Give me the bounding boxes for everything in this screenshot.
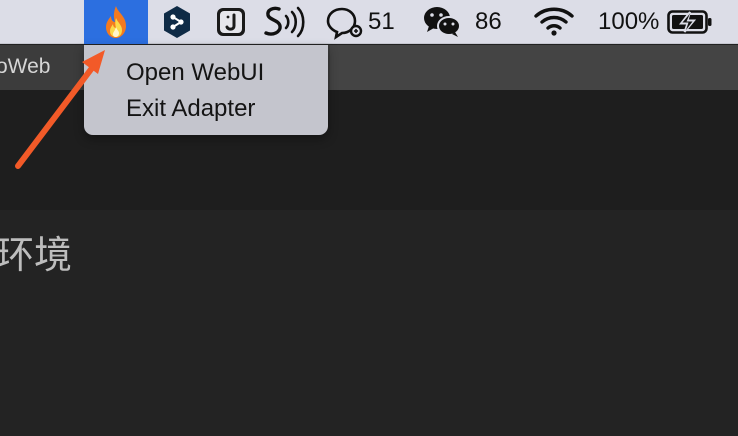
tray-dropdown-menu: Open WebUI Exit Adapter [84,45,328,135]
tray-qq[interactable]: 51 [324,0,395,44]
tray-wechat[interactable]: 86 [421,0,502,44]
content-heading: 环境 [0,233,73,277]
tray-deepl[interactable] [162,0,192,44]
speech-icon [264,6,305,38]
tray-battery[interactable]: 100% [598,0,713,44]
wifi-icon [534,7,574,36]
desktop-screen: oWeb 环境 51 86 100% Open WebUI Exit Adapt… [0,0,738,436]
window-toolbar-area [330,45,738,90]
window-title-text: oWeb [0,55,51,78]
deepl-icon [164,6,190,38]
menu-item-open-webui[interactable]: Open WebUI [126,61,264,85]
tray-jsonbox[interactable] [215,0,247,44]
tray-speech[interactable] [262,0,310,44]
tray-app-flame[interactable] [84,0,148,44]
wechat-unread-count: 86 [475,8,502,35]
tray-wifi[interactable] [534,0,574,44]
menu-item-exit-adapter[interactable]: Exit Adapter [126,97,255,121]
battery-percentage: 100% [598,8,660,35]
battery-charging-icon [667,10,712,34]
window-content-area [0,210,738,436]
menu-bar: 51 86 100% [0,0,738,44]
jsonbox-icon [217,8,245,36]
flame-icon [106,6,126,38]
wechat-icon [424,7,461,37]
qq-unread-count: 51 [368,8,395,35]
qq-icon [326,7,363,40]
